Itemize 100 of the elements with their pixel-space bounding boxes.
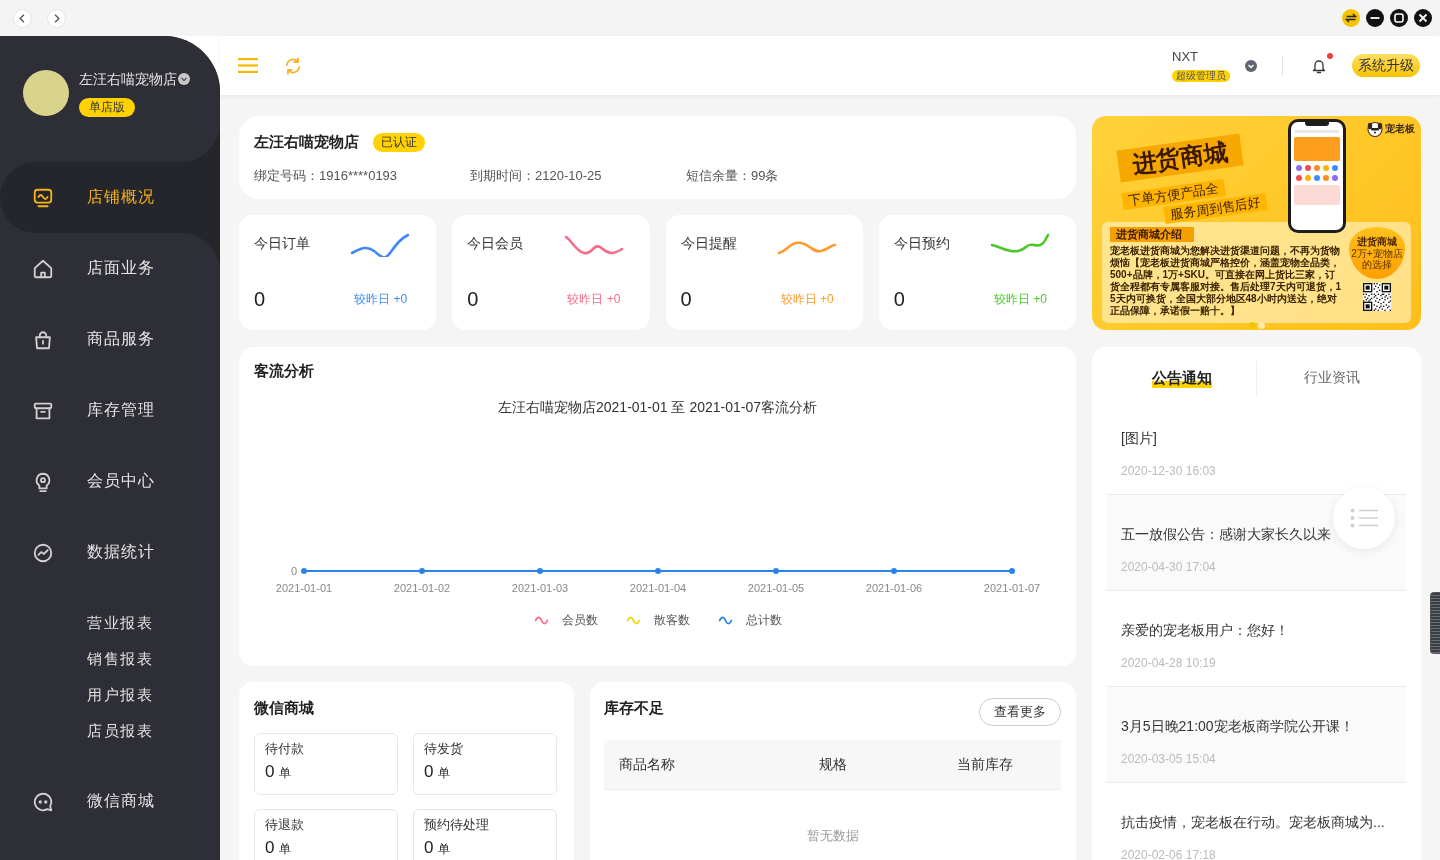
stat-title: 今日预约 xyxy=(893,234,950,252)
data-point xyxy=(1009,568,1015,574)
brand-name: 宠老板 xyxy=(1385,122,1415,136)
qr-code-icon xyxy=(1363,283,1391,311)
stat-compare-text: 较昨日 +0 xyxy=(354,290,408,308)
promo-banner[interactable]: 进货商城 下单方便产品全 服务周到售后好 宠老板 进货商城介绍 宠老板进货商城为您解决进货渠道问题，不再为货物烦恼【宠老板进货商城严格控价，涵盖宠物全品类，500+品牌，1万+SKU。可直接在网上货比三家，订货全程都有专属客服对接。售后处理7天内可退货，15天内可换货，全国大部分地区48小时内送达，绝对正品保障，承诺假一赔十。】 进货商城 2万+宠物店的选择 xyxy=(1092,116,1421,330)
empty-state-text: 暂无数据 xyxy=(805,827,860,845)
order-count: 0 单 xyxy=(265,838,291,859)
sidebar-item[interactable]: 店铺概况 xyxy=(0,162,220,233)
notice-title: 五一放假公告：感谢大家长久以来 xyxy=(1121,525,1332,544)
stat-title: 今日会员 xyxy=(467,234,524,252)
maximize-icon[interactable] xyxy=(1390,9,1408,27)
house-icon xyxy=(32,257,54,280)
list-icon xyxy=(1350,508,1378,528)
avatar xyxy=(23,70,69,116)
tile-label: 待退款 xyxy=(265,817,304,833)
verified-badge: 已认证 xyxy=(373,132,425,152)
order-count: 0 单 xyxy=(424,762,450,783)
x-tick-label: 2021-01-06 xyxy=(865,582,923,594)
swap-icon[interactable] xyxy=(1342,9,1360,27)
column-header: 当前库存 xyxy=(957,755,1013,774)
order-tile[interactable]: 待付款 0 单 xyxy=(254,733,398,795)
stat-value: 0 xyxy=(680,287,692,311)
notice-date: 2020-03-05 15:04 xyxy=(1121,751,1217,767)
dropdown-icon[interactable] xyxy=(178,73,190,85)
chart-title: 左汪右喵宠物店2021-01-01 至 2021-01-07客流分析 xyxy=(497,398,818,417)
section-title: 微信商城 xyxy=(254,698,315,718)
store-title: 左汪右喵宠物店 xyxy=(254,132,359,152)
section-title: 库存不足 xyxy=(604,698,664,718)
sidebar-item[interactable]: 商品服务 xyxy=(0,304,220,375)
notice-item[interactable]: 五一放假公告：感谢大家长久以来 2020-04-30 17:04 xyxy=(1107,495,1406,591)
x-tick-label: 2021-01-05 xyxy=(747,582,805,594)
chat-icon xyxy=(32,790,54,813)
notice-title: 3月5日晚21:00宠老板商学院公开课！ xyxy=(1121,717,1355,736)
x-tick-label: 2021-01-04 xyxy=(629,582,687,594)
sidebar-item[interactable]: 会员中心 xyxy=(0,446,220,517)
order-tile[interactable]: 预约待处理 0 单 xyxy=(413,809,557,860)
chevron-right-icon[interactable] xyxy=(47,8,66,28)
sidebar-item[interactable]: 库存管理 xyxy=(0,375,220,446)
stat-title: 今日提醒 xyxy=(680,234,737,252)
data-point xyxy=(301,568,307,574)
stat-compare-text: 较昨日 +0 xyxy=(780,290,834,308)
notice-title: 亲爱的宠老板用户：您好！ xyxy=(1121,621,1290,640)
stat-compare-text: 较昨日 +0 xyxy=(567,290,621,308)
bell-icon[interactable] xyxy=(1312,57,1326,74)
tab[interactable]: 行业资讯 xyxy=(1256,361,1406,395)
notice-title: 抗击疫情，宠老板在行动。宠老板商城为... xyxy=(1121,813,1386,832)
carousel-dot[interactable] xyxy=(1258,322,1265,329)
sidebar-subitem[interactable]: 店员报表 xyxy=(0,713,220,749)
upgrade-button[interactable]: 系统升级 xyxy=(1352,54,1420,77)
sidebar-subitem[interactable]: 销售报表 xyxy=(0,641,220,677)
stat-compare-text: 较昨日 +0 xyxy=(994,290,1047,308)
tile-label: 预约待处理 xyxy=(424,817,489,833)
legend-wave-icon[interactable] xyxy=(533,615,549,625)
intro-title: 进货商城介绍 xyxy=(1110,227,1194,242)
monitor-icon xyxy=(32,186,54,209)
tile-label: 待发货 xyxy=(424,741,463,757)
x-tick-label: 2021-01-01 xyxy=(275,582,333,594)
close-icon[interactable] xyxy=(1414,9,1432,27)
side-handle[interactable] xyxy=(1430,592,1440,654)
notice-date: 2020-04-28 10:19 xyxy=(1121,655,1217,671)
chevron-left-icon[interactable] xyxy=(13,8,32,28)
store-info-text: 绑定号码：1916****0193 xyxy=(254,167,399,185)
legend-label[interactable]: 会员数 xyxy=(561,611,598,629)
column-header: 规格 xyxy=(818,755,847,774)
view-more-button[interactable]: 查看更多 xyxy=(979,698,1061,726)
data-point xyxy=(537,568,543,574)
sidebar-item[interactable]: 数据统计 xyxy=(0,517,220,588)
legend-label[interactable]: 总计数 xyxy=(745,611,782,629)
stat-value: 0 xyxy=(467,287,479,311)
x-tick-label: 2021-01-03 xyxy=(511,582,569,594)
notice-item[interactable]: 3月5日晚21:00宠老板商学院公开课！ 2020-03-05 15:04 xyxy=(1107,687,1406,783)
x-tick-label: 2021-01-02 xyxy=(393,582,451,594)
legend-wave-icon[interactable] xyxy=(717,615,733,625)
notice-date: 2020-12-30 16:03 xyxy=(1121,463,1217,479)
order-tile[interactable]: 待发货 0 单 xyxy=(413,733,557,795)
y-tick-label: 0 xyxy=(290,565,297,577)
dropdown-icon[interactable] xyxy=(1245,59,1257,72)
user-name: NXT xyxy=(1172,49,1198,65)
legend-label[interactable]: 散客数 xyxy=(653,611,690,629)
badge-text: 2万+宠物店的选择 xyxy=(1351,248,1403,270)
chart-icon xyxy=(32,541,54,564)
sidebar-item[interactable]: 微信商城 xyxy=(0,766,220,837)
store-info-text: 到期时间：2120-10-25 xyxy=(470,167,603,185)
carousel-dot[interactable] xyxy=(1249,322,1256,329)
order-tile[interactable]: 待退款 0 单 xyxy=(254,809,398,860)
sidebar-subitem[interactable]: 用户报表 xyxy=(0,677,220,713)
sidebar-subitem[interactable]: 营业报表 xyxy=(0,605,220,641)
notice-date: 2020-02-06 17:18 xyxy=(1121,847,1217,860)
notice-item[interactable]: 抗击疫情，宠老板在行动。宠老板商城为... 2020-02-06 17:18 xyxy=(1107,783,1406,860)
order-count: 0 单 xyxy=(265,762,291,783)
tile-label: 待付款 xyxy=(265,741,304,757)
banner-headline: 进货商城 xyxy=(1116,133,1244,183)
data-point xyxy=(419,568,425,574)
stat-value: 0 xyxy=(893,287,905,311)
minimize-icon[interactable] xyxy=(1366,9,1384,27)
column-header: 商品名称 xyxy=(619,755,675,774)
intro-text: 宠老板进货商城为您解决进货渠道问题，不再为货物烦恼【宠老板进货商城严格控价，涵盖宠物全品类，500+品牌，1万+SKU。可直接在网上货比三家，订货全程都有专属客服对接。售后处理7天内可退货，15天内可换货，全国大部分地区48小时内送达，绝对正品保障，承诺假一赔十。】 xyxy=(1110,245,1343,317)
section-title: 客流分析 xyxy=(254,361,315,381)
badge-title: 进货商城 xyxy=(1357,236,1397,248)
